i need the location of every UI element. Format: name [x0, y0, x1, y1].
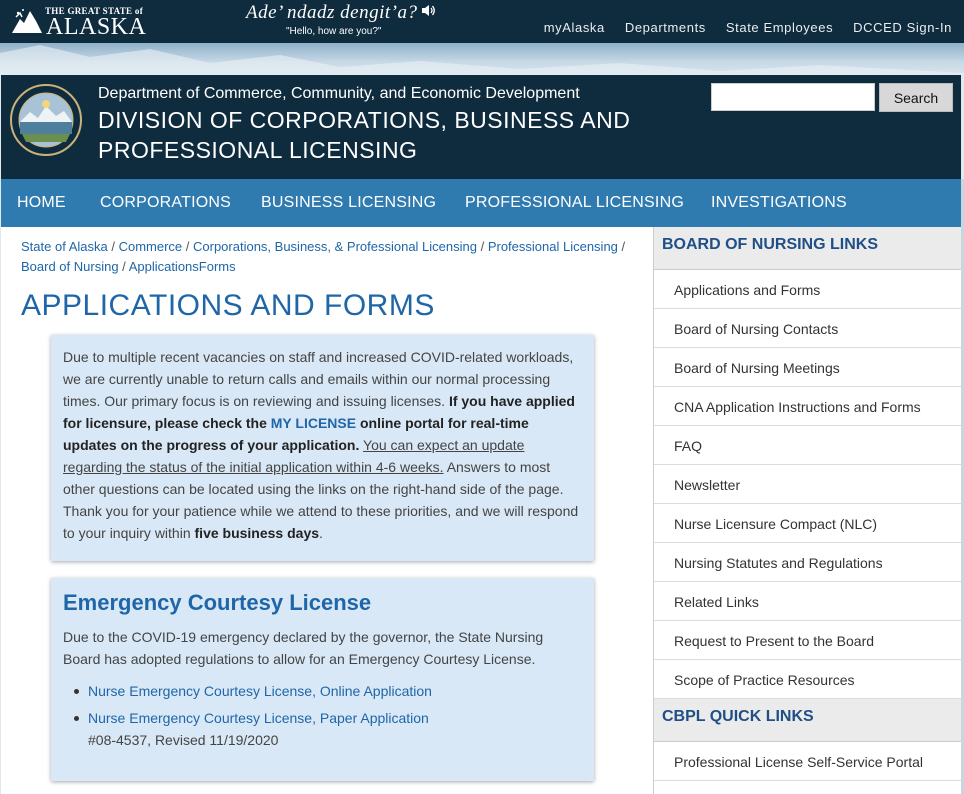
sidebar-item-applications-and-forms[interactable]: Applications and Forms: [654, 270, 962, 309]
notice-box: Due to multiple recent vacancies on staf…: [51, 335, 594, 561]
nav-departments[interactable]: Departments: [625, 20, 706, 35]
alaska-logo[interactable]: THE GREAT STATE of ALASKA: [10, 3, 152, 40]
top-bar: THE GREAT STATE of ALASKA Ade’ ndadz den…: [0, 0, 964, 43]
state-seal-icon[interactable]: [10, 84, 82, 156]
breadcrumb-board-of-nursing[interactable]: Board of Nursing: [21, 259, 119, 274]
sidebar-item-self-service-portal[interactable]: Professional License Self-Service Portal: [654, 742, 962, 781]
ecl-online-application-link[interactable]: Nurse Emergency Courtesy License, Online…: [88, 683, 432, 699]
sidebar-item-more[interactable]: [654, 781, 962, 794]
sidebar-item-board-meetings[interactable]: Board of Nursing Meetings: [654, 348, 962, 387]
notice-end: .: [319, 525, 323, 541]
ecl-list: Nurse Emergency Courtesy License, Online…: [63, 680, 582, 751]
nav-business-licensing[interactable]: BUSINESS LICENSING: [261, 194, 436, 212]
top-nav: myAlaska Departments State Employees DCC…: [524, 20, 952, 35]
notice-bold-3: five business days: [194, 525, 320, 541]
emergency-courtesy-license-box: Emergency Courtesy License Due to the CO…: [51, 578, 594, 781]
sidebar-item-request-to-present[interactable]: Request to Present to the Board: [654, 621, 962, 660]
nav-myalaska[interactable]: myAlaska: [544, 20, 605, 35]
sidebar-item-related-links[interactable]: Related Links: [654, 582, 962, 621]
greeting-native: Ade’ ndadz dengit’a?: [246, 2, 418, 23]
ecl-form-meta: #08-4537, Revised 11/19/2020: [88, 732, 279, 748]
logo-big-text: ALASKA: [46, 14, 147, 40]
sidebar-item-board-contacts[interactable]: Board of Nursing Contacts: [654, 309, 962, 348]
breadcrumb-professional-licensing[interactable]: Professional Licensing: [488, 239, 618, 254]
sidebar-item-nlc[interactable]: Nurse Licensure Compact (NLC): [654, 504, 962, 543]
sidebar-heading-cbpl-quick-links: CBPL QUICK LINKS: [654, 699, 962, 742]
breadcrumb-commerce[interactable]: Commerce: [119, 239, 183, 254]
ecl-paper-application-link[interactable]: Nurse Emergency Courtesy License, Paper …: [88, 710, 429, 726]
page-title: APPLICATIONS AND FORMS: [21, 289, 435, 322]
flag-icon: [12, 9, 42, 33]
sidebar-heading-nursing-links: BOARD OF NURSING LINKS: [654, 227, 962, 270]
nav-state-employees[interactable]: State Employees: [726, 20, 833, 35]
nav-home[interactable]: HOME: [17, 194, 66, 212]
sidebar-item-cna-application[interactable]: CNA Application Instructions and Forms: [654, 387, 962, 426]
greeting-translation: "Hello, how are you?": [286, 26, 382, 37]
breadcrumb: State of Alaska / Commerce / Corporation…: [21, 239, 626, 274]
search-input[interactable]: [711, 83, 875, 111]
ecl-title: Emergency Courtesy License: [63, 590, 372, 615]
speaker-icon[interactable]: [421, 4, 436, 22]
division-name: DIVISION OF CORPORATIONS, BUSINESS AND P…: [98, 107, 631, 163]
sidebar-item-faq[interactable]: FAQ: [654, 426, 962, 465]
list-item: Nurse Emergency Courtesy License, Paper …: [63, 707, 582, 751]
breadcrumb-cbpl[interactable]: Corporations, Business, & Professional L…: [193, 239, 477, 254]
greeting: Ade’ ndadz dengit’a? "Hello, how are you…: [246, 2, 466, 37]
my-license-link[interactable]: MY LICENSE: [271, 415, 356, 431]
sidebar-item-newsletter[interactable]: Newsletter: [654, 465, 962, 504]
main-nav: HOME CORPORATIONS BUSINESS LICENSING PRO…: [1, 179, 961, 227]
search-button[interactable]: Search: [879, 83, 953, 112]
department-name: Department of Commerce, Community, and E…: [98, 85, 580, 102]
main-content: State of Alaska / Commerce / Corporation…: [1, 227, 653, 794]
nav-dcced-sign-in[interactable]: DCCED Sign-In: [853, 20, 952, 35]
sidebar-item-statutes[interactable]: Nursing Statutes and Regulations: [654, 543, 962, 582]
nav-investigations[interactable]: INVESTIGATIONS: [711, 194, 847, 212]
mountain-graphic: [0, 45, 964, 75]
breadcrumb-applications-forms[interactable]: ApplicationsForms: [129, 259, 236, 274]
sidebar-item-scope-of-practice[interactable]: Scope of Practice Resources: [654, 660, 962, 699]
nav-corporations[interactable]: CORPORATIONS: [100, 194, 231, 212]
sidebar: BOARD OF NURSING LINKS Applications and …: [653, 227, 962, 794]
site-header: Department of Commerce, Community, and E…: [1, 75, 961, 179]
ecl-body: Due to the COVID-19 emergency declared b…: [63, 629, 544, 667]
nav-professional-licensing[interactable]: PROFESSIONAL LICENSING: [465, 194, 684, 212]
list-item: Nurse Emergency Courtesy License, Online…: [63, 680, 582, 702]
breadcrumb-state-of-alaska[interactable]: State of Alaska: [21, 239, 108, 254]
